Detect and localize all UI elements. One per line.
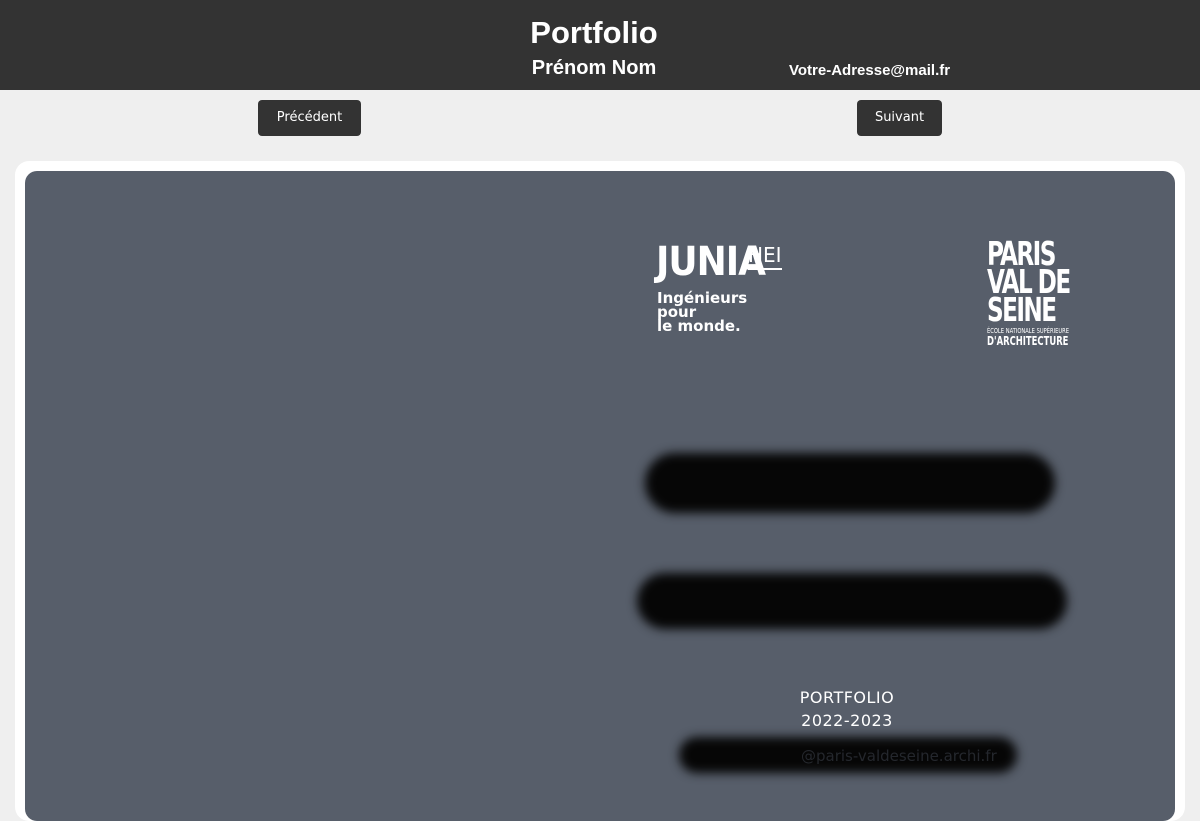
author-name: Prénom Nom bbox=[531, 57, 657, 79]
site-header: Portfolio Prénom Nom Votre-Adresse@mail.… bbox=[0, 0, 1200, 90]
next-button[interactable]: Suivant bbox=[857, 100, 942, 136]
page-title: Portfolio bbox=[530, 15, 658, 50]
document-viewer: JUNIA HEI Ingénieurs pour le monde. PARI… bbox=[15, 161, 1185, 821]
junia-logo: JUNIA HEI Ingénieurs pour le monde. bbox=[656, 240, 796, 340]
logo-subtitle: D'ARCHITECTURE bbox=[987, 334, 1069, 348]
tagline-line: le monde. bbox=[657, 317, 741, 335]
redaction-mark bbox=[637, 573, 1067, 629]
cover-contact-email: @paris-valdeseine.archi.fr bbox=[801, 747, 997, 765]
portfolio-cover-year: 2022-2023 bbox=[801, 711, 893, 730]
paris-val-de-seine-logo: PARIS VAL DE SEINE ÉCOLE NATIONALE SUPÉR… bbox=[987, 237, 1087, 350]
document-page: JUNIA HEI Ingénieurs pour le monde. PARI… bbox=[25, 171, 1175, 821]
redaction-mark bbox=[645, 453, 1055, 513]
logo-line: SEINE bbox=[987, 290, 1057, 329]
junia-logo-tagline: Ingénieurs pour le monde. bbox=[657, 291, 797, 335]
email-link[interactable]: Votre-Adresse@mail.fr bbox=[789, 62, 950, 80]
portfolio-cover-label: PORTFOLIO 2022-2023 bbox=[747, 686, 947, 732]
portfolio-cover-title: PORTFOLIO bbox=[799, 688, 895, 707]
junia-logo-school: HEI bbox=[748, 244, 782, 270]
previous-button[interactable]: Précédent bbox=[258, 100, 361, 136]
